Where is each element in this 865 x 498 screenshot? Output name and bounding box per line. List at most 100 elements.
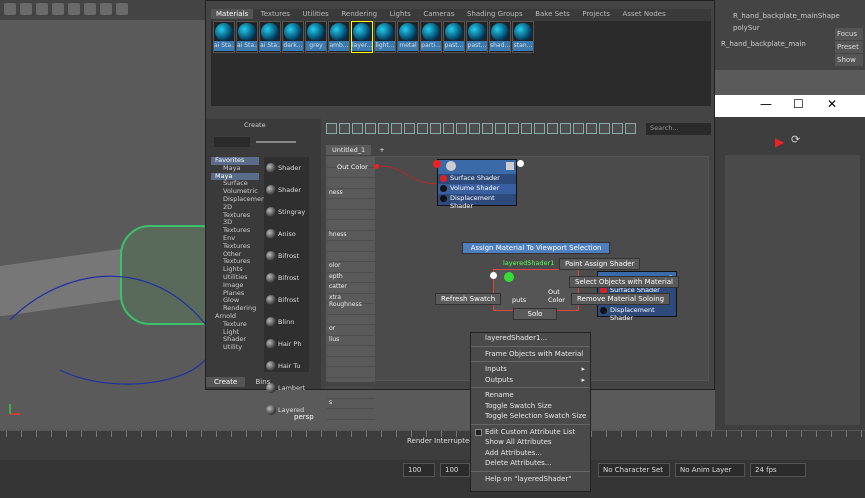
maximize-icon[interactable]: ☐ bbox=[793, 97, 804, 111]
graph-toolbar-button[interactable] bbox=[482, 123, 493, 134]
graph-toolbar-button[interactable] bbox=[469, 123, 480, 134]
graph-toolbar-button[interactable] bbox=[430, 123, 441, 134]
tab-asset-nodes[interactable]: Asset Nodes bbox=[617, 9, 670, 19]
tab-create[interactable]: Create bbox=[206, 377, 246, 387]
material-swatch[interactable]: grey bbox=[305, 21, 327, 53]
graph-toolbar-button[interactable] bbox=[352, 123, 363, 134]
shading-group-node[interactable]: Surface Shader Volume Shader Displacemen… bbox=[437, 159, 517, 210]
shader-list-item[interactable]: Hair Ph bbox=[264, 333, 309, 355]
presets-button[interactable]: Preset bbox=[835, 41, 863, 53]
render-icon[interactable]: ▶ bbox=[775, 135, 784, 149]
graph-toolbar-button[interactable] bbox=[391, 123, 402, 134]
fps-dropdown[interactable]: 24 fps bbox=[750, 463, 806, 477]
graph-toolbar-button[interactable] bbox=[521, 123, 532, 134]
graph-toolbar-button[interactable] bbox=[417, 123, 428, 134]
focus-button[interactable]: Focus bbox=[835, 28, 863, 40]
graph-toolbar-button[interactable] bbox=[339, 123, 350, 134]
material-swatch[interactable]: stan... bbox=[512, 21, 534, 53]
graph-toolbar-button[interactable] bbox=[495, 123, 506, 134]
tab-cameras[interactable]: Cameras bbox=[418, 9, 459, 19]
tree-item[interactable]: Utility bbox=[211, 343, 259, 352]
graph-search-field[interactable]: Search... bbox=[646, 123, 711, 135]
port-volume-shader[interactable]: Volume Shader bbox=[438, 184, 516, 194]
end-time-field[interactable]: 100 bbox=[403, 463, 435, 477]
playback-end-field[interactable]: 100 bbox=[440, 463, 470, 477]
close-icon[interactable]: ✕ bbox=[827, 97, 837, 111]
material-swatch[interactable]: amb... bbox=[328, 21, 350, 53]
material-swatch[interactable]: metal bbox=[397, 21, 419, 53]
graph-toolbar-button[interactable] bbox=[586, 123, 597, 134]
context-menu-item[interactable]: Outputs ▸ bbox=[471, 375, 590, 386]
context-menu-item[interactable]: Add Attributes... bbox=[471, 448, 590, 459]
tab-rendering[interactable]: Rendering bbox=[336, 9, 382, 19]
tree-item[interactable]: Displacement bbox=[211, 195, 268, 204]
material-swatch[interactable]: shad... bbox=[489, 21, 511, 53]
shader-list-item[interactable]: Blinn bbox=[264, 311, 309, 333]
context-menu-item[interactable]: Edit Custom Attribute List bbox=[471, 427, 590, 438]
graph-toolbar-button[interactable] bbox=[573, 123, 584, 134]
swatch-size-slider[interactable] bbox=[256, 141, 296, 143]
graph-toolbar-button[interactable] bbox=[326, 123, 337, 134]
create-shader-list[interactable]: Shader Shader Stingray Aniso Bifrost Bifrost B… bbox=[264, 157, 309, 415]
character-set-dropdown[interactable]: No Character Set bbox=[598, 463, 670, 477]
tab-bins[interactable]: Bins bbox=[248, 377, 279, 387]
view-icon[interactable] bbox=[4, 3, 16, 15]
lighting-icon[interactable] bbox=[68, 3, 80, 15]
create-filter-field[interactable] bbox=[214, 137, 250, 147]
remove-soloing-button[interactable]: Remove Material Soloing bbox=[571, 293, 671, 305]
graph-toolbar-button[interactable] bbox=[365, 123, 376, 134]
tab-shape[interactable]: R_hand_backplate_mainShape bbox=[727, 10, 846, 22]
graph-toolbar-button[interactable] bbox=[534, 123, 545, 134]
shader-list-item[interactable]: Aniso bbox=[264, 223, 309, 245]
context-menu-item[interactable]: Rename bbox=[471, 390, 590, 401]
create-category-tree[interactable]: Favorites Maya Maya Surface Volumetric Displa… bbox=[211, 156, 268, 351]
material-swatch[interactable]: parti... bbox=[420, 21, 442, 53]
material-swatch[interactable]: layer... bbox=[351, 21, 373, 53]
graph-toolbar-button[interactable] bbox=[508, 123, 519, 134]
tab-projects[interactable]: Projects bbox=[577, 9, 615, 19]
context-menu-item[interactable]: layeredShader1... bbox=[471, 333, 590, 344]
shader-list-item[interactable]: Shader bbox=[264, 179, 309, 201]
tab-lights[interactable]: Lights bbox=[385, 9, 416, 19]
material-swatch[interactable]: ai Sta... bbox=[236, 21, 258, 53]
tab-shading-groups[interactable]: Shading Groups bbox=[462, 9, 528, 19]
context-menu-item[interactable]: Inputs ▸ bbox=[471, 364, 590, 375]
node-name-field[interactable]: R_hand_backplate_main bbox=[721, 40, 806, 48]
tree-item[interactable]: 2D Textures bbox=[211, 203, 259, 220]
minimize-icon[interactable]: — bbox=[760, 97, 772, 111]
add-tab-button[interactable]: + bbox=[373, 145, 390, 155]
shading-icon[interactable] bbox=[52, 3, 64, 15]
context-menu-item[interactable]: Help on "layeredShader" bbox=[471, 474, 590, 485]
context-menu-item[interactable]: Toggle Selection Swatch Size bbox=[471, 411, 590, 422]
xray-icon[interactable] bbox=[100, 3, 112, 15]
graph-toolbar-button[interactable] bbox=[625, 123, 636, 134]
camera-icon[interactable] bbox=[20, 3, 32, 15]
port-displacement-shader[interactable]: Displacement Shader bbox=[598, 306, 676, 322]
shader-list-item[interactable]: Bifrost bbox=[264, 245, 309, 267]
show-button[interactable]: Show bbox=[835, 54, 863, 66]
layered-shader-node[interactable]: Out Color puts bbox=[493, 269, 579, 311]
select-objects-button[interactable]: Select Objects with Material bbox=[569, 276, 680, 288]
tab-untitled-1[interactable]: Untitled_1 bbox=[326, 145, 372, 155]
shader-list-item[interactable]: Bifrost bbox=[264, 267, 309, 289]
tab-utilities[interactable]: Utilities bbox=[297, 9, 333, 19]
context-menu-item[interactable]: Show All Attributes bbox=[471, 437, 590, 448]
tree-item[interactable]: 3D Textures bbox=[211, 219, 259, 235]
graph-toolbar-button[interactable] bbox=[560, 123, 571, 134]
output-port[interactable] bbox=[517, 160, 524, 167]
shader-list-item[interactable]: Shader bbox=[264, 157, 309, 179]
grid-icon[interactable] bbox=[36, 3, 48, 15]
material-swatch[interactable]: past... bbox=[466, 21, 488, 53]
graph-toolbar-button[interactable] bbox=[456, 123, 467, 134]
context-menu-item[interactable]: Frame Objects with Material bbox=[471, 349, 590, 360]
node-options-icon[interactable] bbox=[506, 162, 514, 170]
context-menu-item[interactable]: Toggle Swatch Size bbox=[471, 401, 590, 412]
context-menu-item[interactable]: Delete Attributes... bbox=[471, 458, 590, 469]
tree-item[interactable]: Env Textures bbox=[211, 234, 259, 251]
shader-list-item[interactable]: Stingray bbox=[264, 201, 309, 223]
material-swatch[interactable]: light... bbox=[374, 21, 396, 53]
tab-polysurface[interactable]: polySur bbox=[727, 22, 766, 34]
graph-toolbar-button[interactable] bbox=[612, 123, 623, 134]
wireframe-icon[interactable] bbox=[84, 3, 96, 15]
input-port[interactable] bbox=[433, 160, 441, 168]
